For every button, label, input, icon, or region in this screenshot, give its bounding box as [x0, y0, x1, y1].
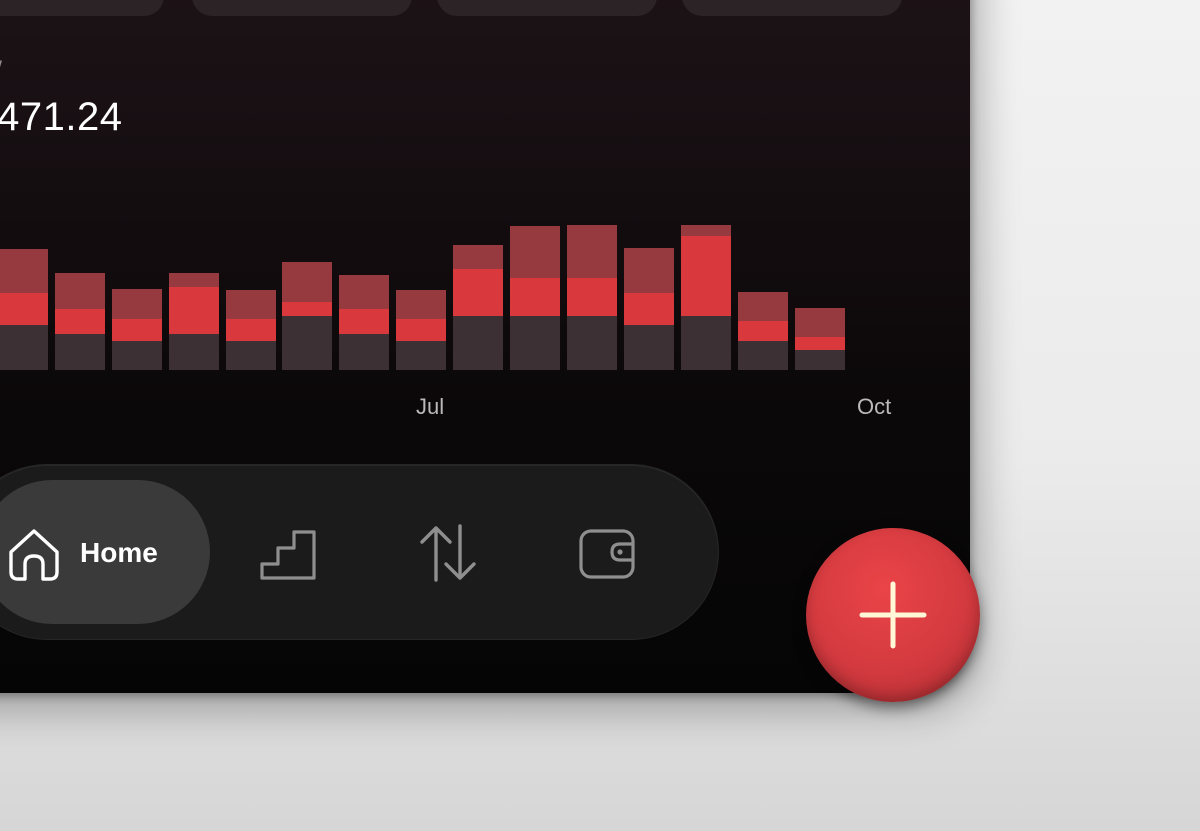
bar-segment-top: [168, 273, 219, 287]
bar-segment-top: [282, 262, 333, 302]
bar-segment-mid: [54, 309, 105, 334]
bar-segment-base: [453, 316, 504, 370]
stacked-bar-chart: [0, 180, 910, 370]
bar-segment-top: [623, 248, 674, 293]
bar-segment-base: [396, 341, 447, 370]
bar-segment-mid: [111, 319, 162, 341]
bar-segment-top: [111, 289, 162, 319]
bar-segment-mid: [282, 302, 333, 316]
bar-segment-base: [510, 316, 560, 370]
nav-item-home-label: Home: [80, 537, 158, 568]
bar-segment-base: [168, 334, 219, 370]
overview-label: rview: [0, 50, 2, 81]
bar-segment-top: [54, 273, 105, 309]
bar-segment-top: [510, 226, 560, 278]
bar-segment-mid: [0, 293, 48, 325]
bar-segment-mid: [510, 278, 560, 316]
bar-segment-top: [794, 308, 845, 337]
plus-icon: [859, 581, 927, 649]
bar-segment-mid: [168, 287, 219, 334]
bar-segment-top: [225, 290, 276, 319]
bar-segment-mid: [623, 293, 674, 325]
bar-segment-top: [396, 290, 447, 319]
bar-segment-base: [282, 316, 333, 370]
bar-segment-base: [737, 341, 788, 370]
bar-segment-base: [794, 350, 845, 370]
summary-card[interactable]: [682, 0, 902, 16]
bar-segment-top: [339, 275, 390, 309]
bar-segment-mid: [339, 309, 390, 334]
overview-total: 31,471.24: [0, 95, 123, 139]
x-axis-label-oct: Oct: [857, 394, 892, 419]
summary-card[interactable]: [0, 0, 164, 16]
bar-segment-mid: [453, 269, 504, 316]
bar-segment-base: [225, 341, 276, 370]
home-icon: [9, 529, 59, 581]
bar-segment-base: [0, 325, 48, 370]
transfer-arrows-icon[interactable]: [416, 522, 480, 584]
add-button[interactable]: [806, 528, 980, 702]
x-axis-label-jul: Jul: [416, 394, 445, 419]
top-cards-row: [0, 0, 970, 20]
summary-card[interactable]: [192, 0, 412, 16]
wallet-icon[interactable]: [578, 528, 636, 580]
bar-segment-base: [339, 334, 390, 370]
bar-segment-top: [680, 225, 731, 236]
bar-segment-mid: [680, 236, 731, 316]
bar-segment-top: [453, 245, 504, 269]
bar-segment-base: [680, 316, 731, 370]
bar-segment-top: [0, 249, 48, 293]
stairs-icon[interactable]: [258, 526, 318, 582]
bar-segment-mid: [225, 319, 276, 341]
bar-segment-mid: [737, 321, 788, 341]
bar-segment-top: [737, 292, 788, 321]
bar-segment-base: [54, 334, 105, 370]
bar-segment-base: [623, 325, 674, 370]
summary-card[interactable]: [437, 0, 657, 16]
bar-segment-base: [111, 341, 162, 370]
bar-segment-mid: [566, 278, 617, 316]
bar-segment-top: [566, 225, 617, 278]
bar-segment-base: [566, 316, 617, 370]
bar-segment-mid: [794, 337, 845, 350]
bar-segment-mid: [396, 319, 447, 341]
